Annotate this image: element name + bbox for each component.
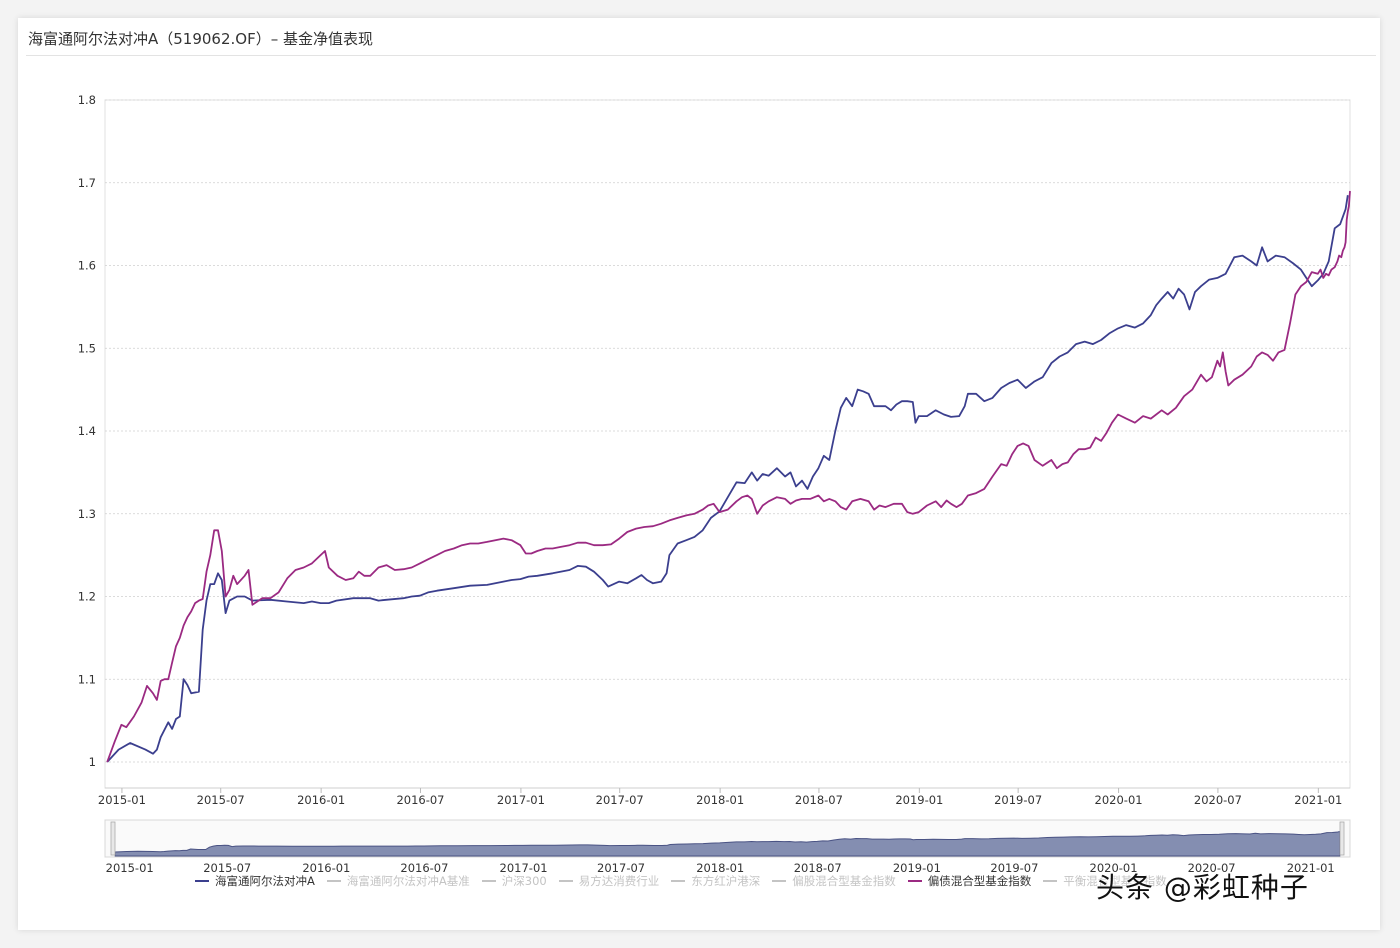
chart-legend: 海富通阿尔法对冲A 海富通阿尔法对冲A基准 沪深300 易方达消费行业 东方红沪港深 偏股… — [195, 873, 1179, 889]
watermark: 头条 @彩虹种子 — [1096, 871, 1309, 904]
legend-swatch — [772, 880, 787, 882]
x-tick-label: 2018-01 — [696, 793, 744, 807]
x-tick-label: 2017-01 — [497, 793, 545, 807]
legend-label: 海富通阿尔法对冲A — [215, 874, 315, 888]
x-tick-label: 2019-01 — [895, 793, 943, 807]
y-tick-label: 1 — [89, 755, 96, 769]
plot-frame — [104, 99, 1351, 789]
legend-swatch — [195, 880, 209, 882]
legend-item[interactable]: 沪深300 — [481, 873, 547, 889]
legend-label: 沪深300 — [501, 874, 547, 888]
legend-item[interactable]: 偏债混合型基金指数 — [907, 873, 1032, 889]
legend-item[interactable]: 易方达消费行业 — [558, 873, 660, 889]
legend-swatch — [326, 880, 341, 882]
x-tick-label: 2015-07 — [197, 793, 245, 807]
x-tick-label: 2019-07 — [994, 793, 1042, 807]
x-tick-label: 2018-07 — [795, 793, 843, 807]
legend-label: 东方红沪港深 — [691, 874, 761, 888]
legend-label: 易方达消费行业 — [578, 874, 660, 888]
legend-item[interactable]: 海富通阿尔法对冲A — [195, 873, 315, 889]
legend-swatch — [1043, 880, 1058, 882]
x-tick-label: 2017-07 — [596, 793, 644, 807]
legend-item[interactable]: 东方红沪港深 — [671, 873, 760, 889]
legend-label: 偏股混合型基金指数 — [792, 874, 896, 888]
y-tick-label: 1.4 — [78, 424, 96, 438]
legend-swatch — [671, 880, 686, 882]
legend-item[interactable]: 海富通阿尔法对冲A基准 — [326, 873, 470, 889]
legend-item[interactable]: 偏股混合型基金指数 — [772, 873, 896, 889]
navigator-right-handle — [1339, 821, 1345, 856]
x-tick-label: 2015-01 — [98, 793, 146, 807]
legend-label: 偏债混合型基金指数 — [927, 874, 1032, 888]
x-tick-label: 2021-01 — [1294, 793, 1342, 807]
series-line-index — [106, 190, 1351, 763]
x-tick-label: 2020-01 — [1095, 793, 1143, 807]
y-tick-label: 1.6 — [78, 259, 96, 273]
y-tick-label: 1.2 — [78, 590, 96, 604]
y-tick-label: 1.7 — [78, 176, 96, 190]
x-tick-label: 2020-07 — [1194, 793, 1242, 807]
legend-swatch — [558, 880, 573, 882]
fund-nav-chart: 1 1.1 1.2 1.3 1.4 1.5 1.6 1.7 1.8 2015-01 2015-07 2… — [78, 93, 1351, 875]
legend-swatch — [907, 880, 922, 882]
navigator-left-handle — [110, 821, 116, 856]
y-tick-label: 1.5 — [78, 341, 96, 355]
legend-label: 海富通阿尔法对冲A基准 — [346, 874, 470, 888]
y-tick-label: 1.3 — [78, 507, 96, 521]
series-line-fund — [106, 195, 1349, 763]
x-tick-label: 2016-07 — [396, 793, 444, 807]
navigator-tick-label: 2015-01 — [106, 861, 154, 875]
y-tick-label: 1.8 — [78, 93, 96, 107]
legend-swatch — [481, 880, 496, 882]
y-tick-label: 1.1 — [78, 672, 96, 686]
x-tick-label: 2016-01 — [297, 793, 345, 807]
